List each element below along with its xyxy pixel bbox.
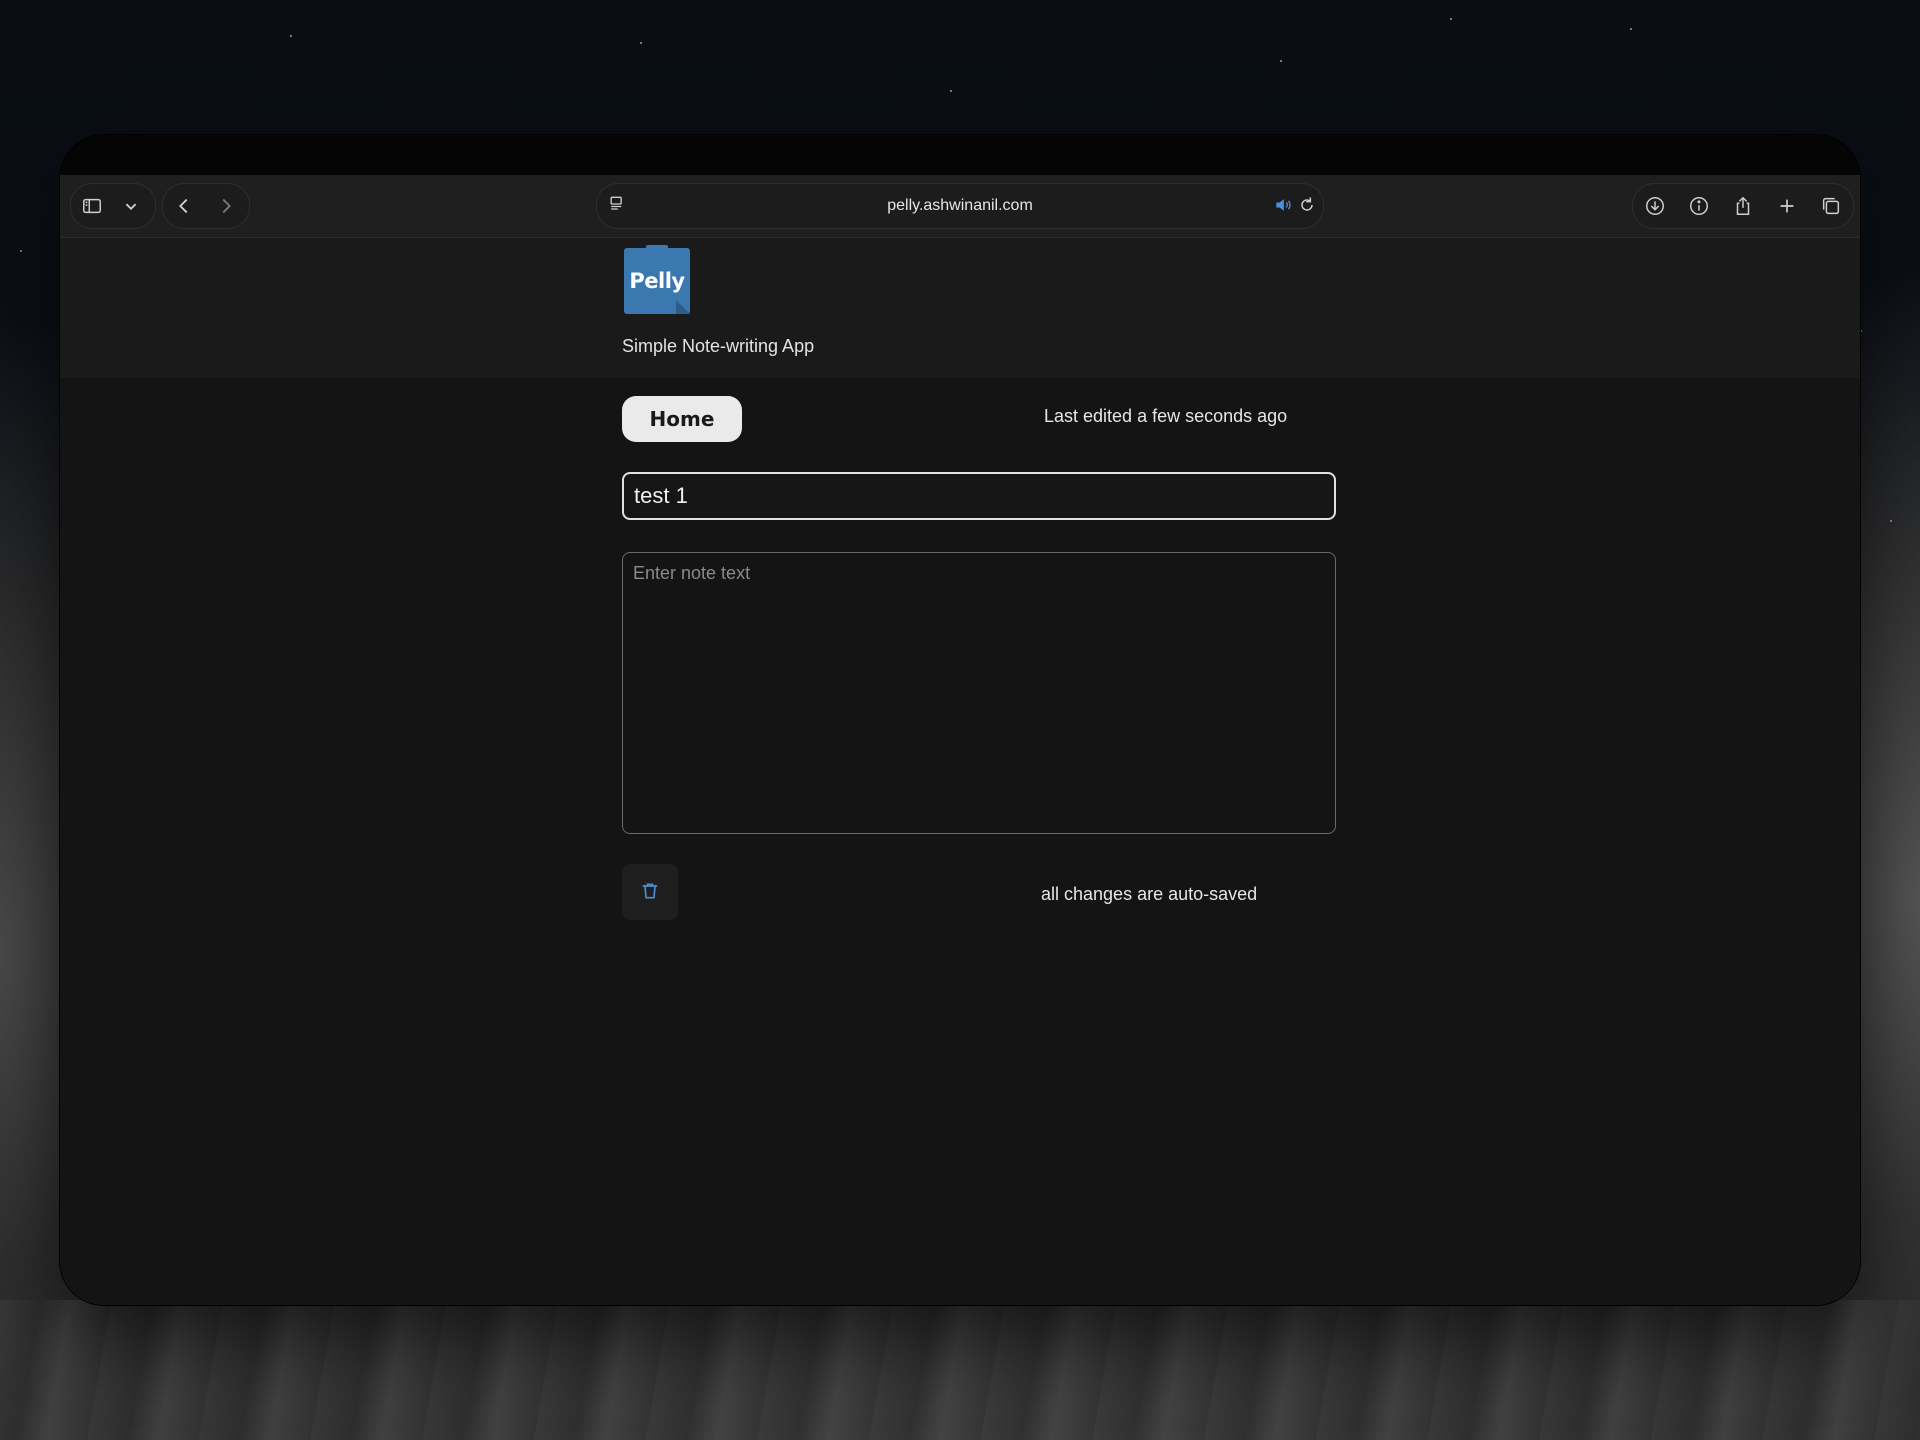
chevron-left-icon[interactable] xyxy=(163,184,205,228)
delete-note-button[interactable] xyxy=(622,864,678,920)
download-icon[interactable] xyxy=(1633,184,1677,228)
toolbar-actions xyxy=(1632,183,1854,229)
url-text[interactable]: pelly.ashwinanil.com xyxy=(597,184,1323,228)
pelly-logo[interactable]: Pelly xyxy=(624,245,690,314)
speaker-icon[interactable] xyxy=(1273,195,1293,219)
address-bar[interactable]: pelly.ashwinanil.com xyxy=(596,183,1324,229)
note-text-area[interactable] xyxy=(622,552,1336,834)
navigation-controls xyxy=(162,183,250,229)
rock-ground xyxy=(0,1300,1920,1440)
browser-toolbar: pelly.ashwinanil.com xyxy=(60,175,1860,238)
note-title-input[interactable] xyxy=(622,472,1336,520)
page-content: Pelly Simple Note-writing App Home Last … xyxy=(60,238,1860,1305)
app-subtitle: Simple Note-writing App xyxy=(622,336,815,356)
sidebar-icon[interactable] xyxy=(71,184,113,228)
browser-window: pelly.ashwinanil.com Pelly Simple Note-w… xyxy=(60,135,1860,1305)
trash-icon xyxy=(640,880,660,905)
chevron-down-icon[interactable] xyxy=(113,184,149,228)
sidebar-controls xyxy=(70,183,156,229)
last-edited-status: Last edited a few seconds ago xyxy=(1044,406,1288,426)
chevron-right-icon[interactable] xyxy=(205,184,247,228)
info-icon[interactable] xyxy=(1677,184,1721,228)
tabs-overview-icon[interactable] xyxy=(1809,184,1853,228)
reload-icon[interactable] xyxy=(1297,195,1317,219)
app-header: Pelly Simple Note-writing App xyxy=(60,238,1860,378)
home-button[interactable]: Home xyxy=(622,396,742,442)
window-titlebar xyxy=(60,135,1860,175)
autosave-status: all changes are auto-saved xyxy=(1041,884,1258,904)
plus-icon[interactable] xyxy=(1765,184,1809,228)
share-icon[interactable] xyxy=(1721,184,1765,228)
